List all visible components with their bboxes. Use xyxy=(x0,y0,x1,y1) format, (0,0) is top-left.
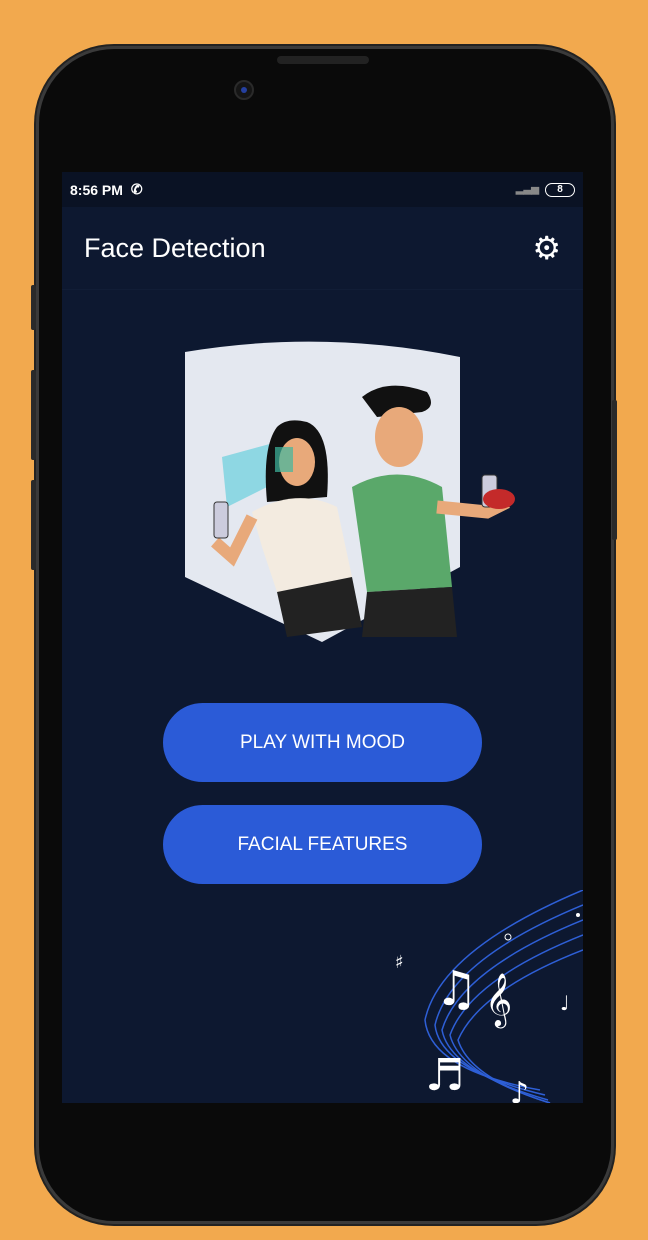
svg-text:♬: ♬ xyxy=(425,1050,464,1101)
status-time: 8:56 PM xyxy=(70,181,123,198)
power-button xyxy=(612,400,617,540)
svg-text:♯: ♯ xyxy=(395,952,404,973)
side-button xyxy=(31,480,36,570)
face-detection-illustration xyxy=(185,341,515,642)
music-notes-decoration: ♯ ♫ 𝄞 ♩ ♬ ♪ xyxy=(395,890,583,1103)
front-camera xyxy=(234,80,254,100)
page-title: Face Detection xyxy=(84,232,266,263)
speaker xyxy=(277,56,369,64)
svg-text:♪: ♪ xyxy=(510,1076,529,1103)
svg-text:♫: ♫ xyxy=(435,961,478,1017)
battery-icon: 8 xyxy=(545,182,575,197)
facial-features-button[interactable]: FACIAL FEATURES xyxy=(163,805,482,884)
gear-icon[interactable]: ⚙ xyxy=(532,229,561,267)
svg-text:♩: ♩ xyxy=(560,991,569,1015)
side-button xyxy=(31,285,36,330)
svg-text:𝄞: 𝄞 xyxy=(485,972,512,1028)
signal-icon: ▂▃▅ xyxy=(515,184,539,195)
app-screen: 8:56 PM ✆ ▂▃▅ 8 Face Detection ⚙ PLAY WI… xyxy=(62,172,583,1103)
wifi-call-icon: ✆ xyxy=(130,181,143,197)
side-button xyxy=(31,370,36,460)
status-bar: 8:56 PM ✆ ▂▃▅ 8 xyxy=(62,172,583,207)
app-bar: Face Detection ⚙ xyxy=(62,207,583,290)
play-with-mood-button[interactable]: PLAY WITH MOOD xyxy=(163,703,482,782)
